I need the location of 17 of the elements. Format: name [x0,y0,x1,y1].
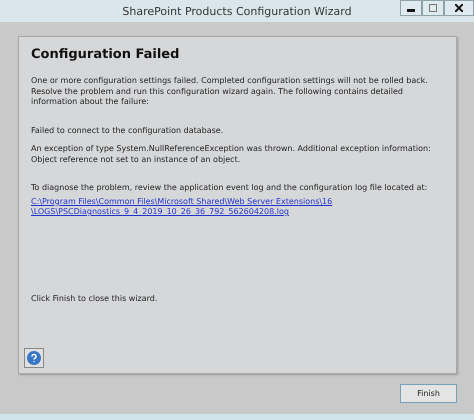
help-button[interactable] [24,348,44,368]
close-icon [455,4,463,12]
minimize-button[interactable] [400,0,422,16]
close-button[interactable] [444,0,474,16]
log-file-link[interactable]: \LOGS\PSCDiagnostics_9_4_2019_10_26_36_792_562604208.log [31,207,289,218]
exception-text: An exception of type System.NullReferenceException was thrown. Additional exception information: Object reference not set to an instance of an object. [31,144,432,165]
log-file-link[interactable]: C:\Program Files\Common Files\Microsoft Shared\Web Server Extensions\16 [31,196,332,207]
help-icon [27,351,41,365]
window-title: SharePoint Products Configuration Wizard [122,4,352,18]
maximize-icon [429,4,437,12]
error-text: Failed to connect to the configuration database. [31,126,224,136]
page-heading: Configuration Failed [31,47,180,62]
closing-text: Click Finish to close this wizard. [31,294,158,304]
diagnose-text: To diagnose the problem, review the application event log and the configuration log file located at: [31,183,428,194]
finish-button[interactable]: Finish [400,384,457,403]
intro-text: One or more configuration settings failed. Completed configuration settings will not be rolled back. Resolve the problem and run this configuration wizard again. The following contains detailed information about the failure: [31,76,429,108]
maximize-button[interactable] [422,0,444,16]
